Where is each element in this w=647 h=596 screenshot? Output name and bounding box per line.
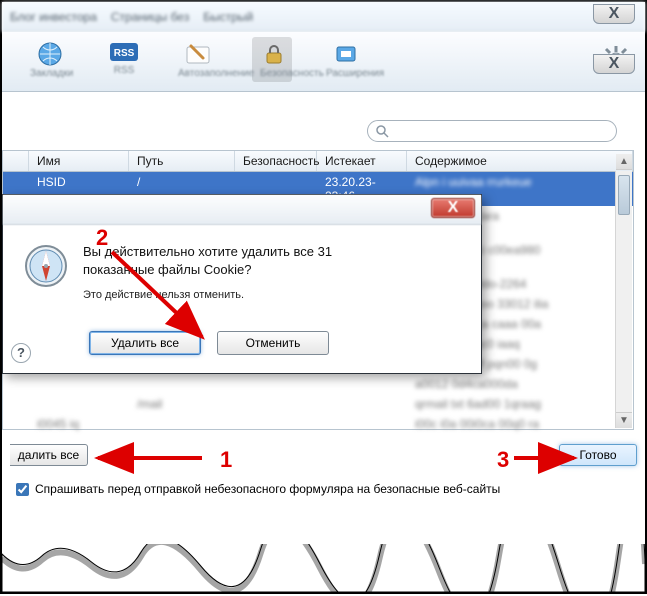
annotation-2: 2 — [96, 225, 108, 251]
settings-toolbar: Закладки RSS RSS Автозаполнение Безопасн… — [2, 32, 645, 92]
col-expires[interactable]: Истекает — [317, 151, 407, 171]
col-content[interactable]: Содержимое — [407, 151, 633, 171]
col-name[interactable]: Имя — [29, 151, 129, 171]
dialog-text-line2: показанные файлы Cookie? — [83, 262, 252, 277]
scroll-down-icon[interactable]: ▼ — [616, 412, 632, 428]
table-scrollbar[interactable]: ▲ ▼ — [615, 171, 632, 428]
dialog-delete-all-button[interactable]: Удалить все — [89, 331, 201, 355]
toolbar-item-extensions[interactable]: Расширения — [326, 40, 366, 79]
cookie-search-box[interactable] — [367, 120, 617, 142]
warn-insecure-form-input[interactable] — [16, 483, 29, 496]
settings-close-button[interactable]: X — [593, 54, 635, 74]
scroll-up-icon[interactable]: ▲ — [616, 154, 632, 170]
warn-insecure-form-checkbox[interactable]: Спрашивать перед отправкой небезопасного… — [16, 482, 500, 496]
table-row[interactable]: i0045 iqi00c i0a 00i0ca 00q0 ra — [3, 414, 633, 434]
browser-tabstrip: Блог инвестора Страницы без Быстрый — [2, 2, 645, 32]
col-security[interactable]: Безопасность — [235, 151, 317, 171]
warn-insecure-form-label: Спрашивать перед отправкой небезопасного… — [35, 482, 500, 496]
search-icon — [376, 125, 389, 138]
dialog-subtext: Это действие нельзя отменить. — [83, 288, 332, 303]
safari-compass-icon — [23, 243, 69, 289]
annotation-3: 3 — [497, 447, 509, 473]
annotation-1: 1 — [220, 447, 232, 473]
table-header: Имя Путь Безопасность Истекает Содержимо… — [3, 151, 633, 172]
dialog-titlebar: X — [3, 195, 481, 225]
dialog-close-button[interactable]: X — [431, 198, 475, 218]
toolbar-item-security[interactable]: Безопасность — [252, 37, 292, 82]
col-path[interactable]: Путь — [129, 151, 235, 171]
search-input[interactable] — [389, 124, 608, 138]
toolbar-item-rss[interactable]: RSS RSS — [104, 43, 144, 76]
confirm-delete-dialog: X Вы действительно хотите удалить все 31… — [2, 194, 482, 374]
toolbar-item-general[interactable]: Закладки — [30, 40, 70, 79]
window-close-button[interactable]: X — [593, 4, 635, 24]
delete-all-button[interactable]: далить все — [10, 444, 88, 466]
table-row[interactable]: a0012 0d4ca000da — [3, 374, 633, 394]
dialog-help-button[interactable]: ? — [11, 343, 31, 363]
toolbar-item-autofill[interactable]: Автозаполнение — [178, 40, 218, 79]
table-row[interactable]: /mailqrmail txt 6ad00 1qraag — [3, 394, 633, 414]
svg-text:RSS: RSS — [114, 48, 135, 59]
dialog-cancel-button[interactable]: Отменить — [217, 331, 329, 355]
scroll-thumb[interactable] — [618, 175, 630, 215]
dialog-text-line1: Вы действительно хотите удалить все 31 — [83, 244, 332, 259]
torn-edge-decoration — [2, 544, 645, 592]
done-button[interactable]: Готово — [559, 444, 637, 466]
